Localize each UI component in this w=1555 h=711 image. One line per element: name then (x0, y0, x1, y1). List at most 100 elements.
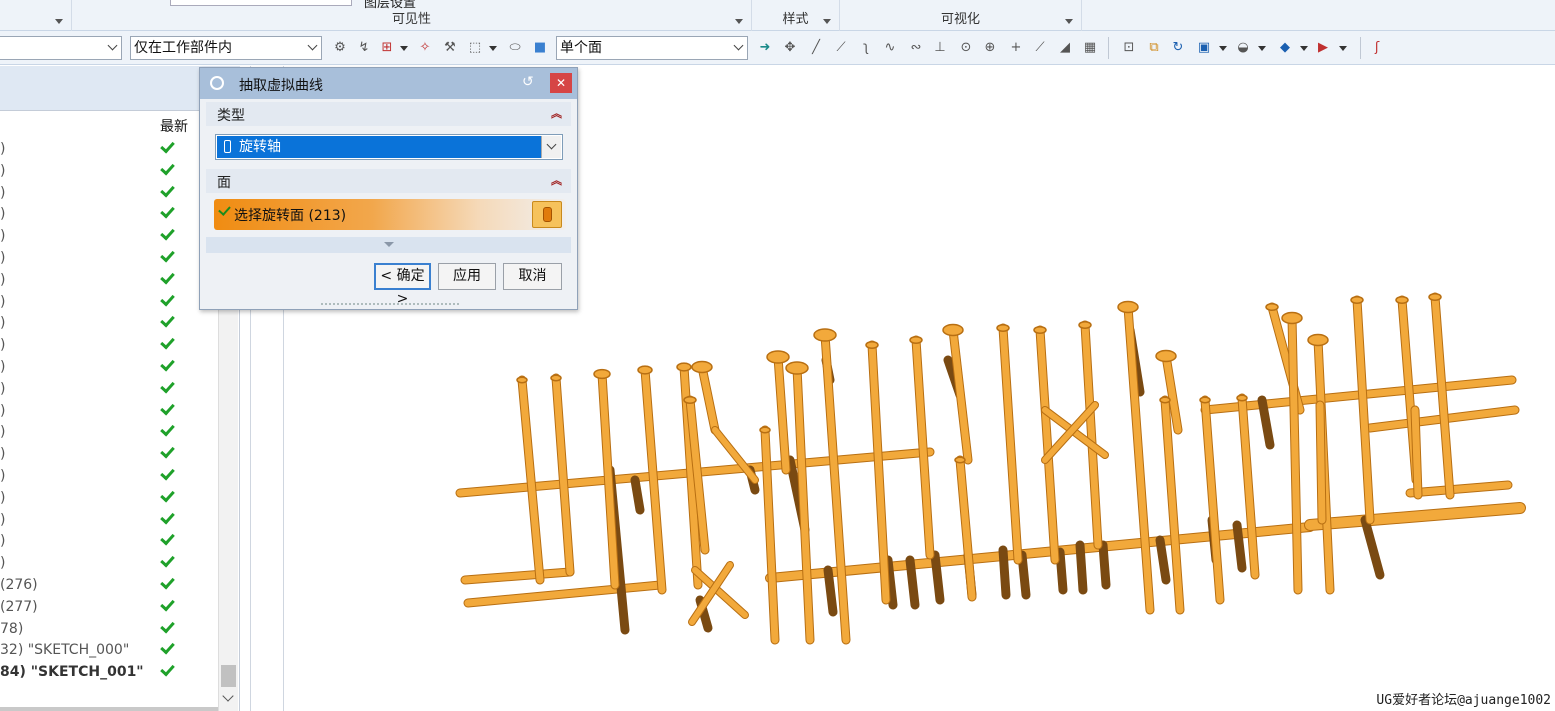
component-select-icon[interactable]: ⚒ (441, 39, 459, 57)
move-icon[interactable]: ✥ (781, 39, 799, 57)
navigator-row[interactable]: 32) "SKETCH_000" (0, 639, 218, 662)
pipe-flange-cap[interactable] (813, 328, 837, 342)
navigator-row[interactable]: ) (0, 160, 218, 183)
navigator-row[interactable]: ) (0, 203, 218, 226)
navigator-row[interactable]: ) (0, 465, 218, 488)
navigator-row[interactable]: ) (0, 247, 218, 270)
feature-select-icon[interactable]: ↯ (355, 39, 373, 57)
display-body-dropdown[interactable] (1300, 46, 1308, 51)
dialog-title-bar[interactable]: 抽取虚拟曲线 ↺ ✕ (200, 68, 577, 99)
riser-pipe[interactable] (1124, 303, 1154, 614)
face-section-header[interactable]: 面 ︽ (206, 169, 571, 193)
expand-icon[interactable] (384, 242, 394, 247)
ribbon-group-visualization-dropdown[interactable] (1065, 19, 1073, 24)
pipe-flange-cap[interactable] (593, 368, 611, 380)
header-pipe[interactable] (1406, 481, 1512, 497)
apply-button[interactable]: 应用 (438, 263, 496, 290)
pipe-flange-cap[interactable] (865, 340, 879, 350)
ribbon-group-left-dropdown[interactable] (55, 19, 63, 24)
latest-column-header[interactable]: 最新 (160, 116, 188, 136)
riser-pipe[interactable] (868, 341, 890, 604)
snap-dropdown[interactable] (400, 46, 408, 51)
pipe-flange-cap[interactable] (691, 360, 713, 374)
navigator-row[interactable]: ) (0, 334, 218, 357)
background-icon[interactable]: ▶ (1314, 39, 1332, 57)
pipe-flange-cap[interactable] (1265, 302, 1279, 312)
drop-pipe[interactable] (1098, 540, 1111, 590)
intersection-icon[interactable]: ⊥ (931, 39, 949, 57)
spline-icon[interactable]: ∿ (881, 39, 899, 57)
collapse-icon[interactable]: ︽ (551, 105, 562, 121)
close-button[interactable]: ✕ (550, 73, 572, 93)
navigator-row[interactable]: ) (0, 509, 218, 532)
riser-pipe[interactable] (1036, 326, 1059, 564)
drop-pipe[interactable] (930, 550, 945, 605)
pipe-end-cap[interactable] (1236, 394, 1248, 402)
riser-pipe[interactable] (552, 374, 574, 576)
pipe-end-cap[interactable] (550, 374, 562, 382)
render-style-dropdown[interactable] (1258, 46, 1266, 51)
display-body-icon[interactable]: ◆ (1276, 39, 1294, 57)
navigator-row[interactable]: (276) (0, 574, 218, 597)
type-select-dropdown[interactable] (541, 136, 561, 158)
snap-point-icon[interactable]: ⊞ (378, 39, 396, 57)
drop-pipe[interactable] (1017, 550, 1031, 600)
rotate-icon[interactable]: ↻ (1169, 39, 1187, 57)
type-filter-combo[interactable] (0, 36, 122, 60)
grid-icon[interactable]: ▦ (1081, 39, 1099, 57)
header-pipe[interactable] (766, 523, 1314, 582)
zoom-window-icon[interactable]: ⧉ (1145, 39, 1163, 57)
pipe-end-cap[interactable] (954, 456, 966, 464)
rectangle-select-icon[interactable]: ⬚ (466, 39, 484, 57)
general-selection-icon[interactable]: ⚙ (331, 39, 349, 57)
drop-pipe[interactable] (998, 545, 1011, 600)
navigator-horizontal-scrollbar[interactable] (0, 707, 218, 711)
wave-icon[interactable]: ∾ (907, 39, 925, 57)
navigator-row[interactable]: ) (0, 443, 218, 466)
pipe-flange-cap[interactable] (1307, 333, 1329, 347)
navigator-scroll-thumb[interactable] (221, 665, 236, 687)
pipe-flange-cap[interactable] (1033, 325, 1047, 335)
navigator-row[interactable]: ) (0, 378, 218, 401)
line-icon[interactable]: ╱ (807, 39, 825, 57)
curve-icon[interactable]: ʅ (857, 39, 875, 57)
pipe-flange-cap[interactable] (1428, 292, 1442, 302)
navigator-row[interactable]: 84) "SKETCH_001" (0, 661, 218, 684)
pipe-flange-cap[interactable] (996, 323, 1010, 333)
pipe-flange-cap[interactable] (785, 361, 809, 375)
pipe-flange-cap[interactable] (1350, 295, 1364, 305)
pipe-flange-cap[interactable] (637, 365, 653, 375)
elbow-pipe[interactable] (1411, 406, 1422, 499)
navigator-row[interactable]: (277) (0, 596, 218, 619)
navigator-row[interactable]: ) (0, 225, 218, 248)
face-icon[interactable]: ◢ (1056, 39, 1074, 57)
riser-pipe[interactable] (774, 353, 790, 474)
pipe-flange-cap[interactable] (1281, 311, 1303, 325)
riser-pipe[interactable] (1201, 396, 1224, 604)
drop-pipe[interactable] (905, 555, 920, 610)
riser-pipe[interactable] (912, 336, 934, 559)
ribbon-group-visibility-dropdown[interactable] (735, 19, 743, 24)
selection-scope-combo[interactable]: 仅在工作部件内 (130, 36, 322, 60)
elbow-pipe[interactable] (1316, 401, 1326, 524)
view-orient-icon[interactable]: ▣ (1195, 39, 1213, 57)
pipe-flange-cap[interactable] (1155, 349, 1177, 363)
navigator-row[interactable]: ) (0, 182, 218, 205)
circle-center-icon[interactable]: ⊙ (957, 39, 975, 57)
navigator-row[interactable]: ) (0, 400, 218, 423)
navigator-row[interactable]: ) (0, 138, 218, 161)
navigator-row[interactable]: 78) (0, 618, 218, 641)
cancel-button[interactable]: 取消 (503, 263, 562, 290)
navigator-row[interactable]: ) (0, 356, 218, 379)
face-select-button[interactable] (532, 201, 562, 228)
select-revolved-face-row[interactable]: 选择旋转面 (213) (214, 199, 566, 230)
navigator-row[interactable]: ) (0, 530, 218, 553)
drop-pipe[interactable] (1155, 535, 1171, 585)
body-select-icon[interactable]: ⬭ (506, 39, 524, 57)
drop-pipe[interactable] (1360, 515, 1385, 580)
header-pipe[interactable] (464, 581, 664, 607)
rectangle-select-dropdown[interactable] (489, 46, 497, 51)
deselect-icon[interactable]: ✧ (416, 39, 434, 57)
riser-pipe[interactable] (999, 324, 1022, 564)
collapse-icon[interactable]: ︽ (551, 172, 562, 188)
